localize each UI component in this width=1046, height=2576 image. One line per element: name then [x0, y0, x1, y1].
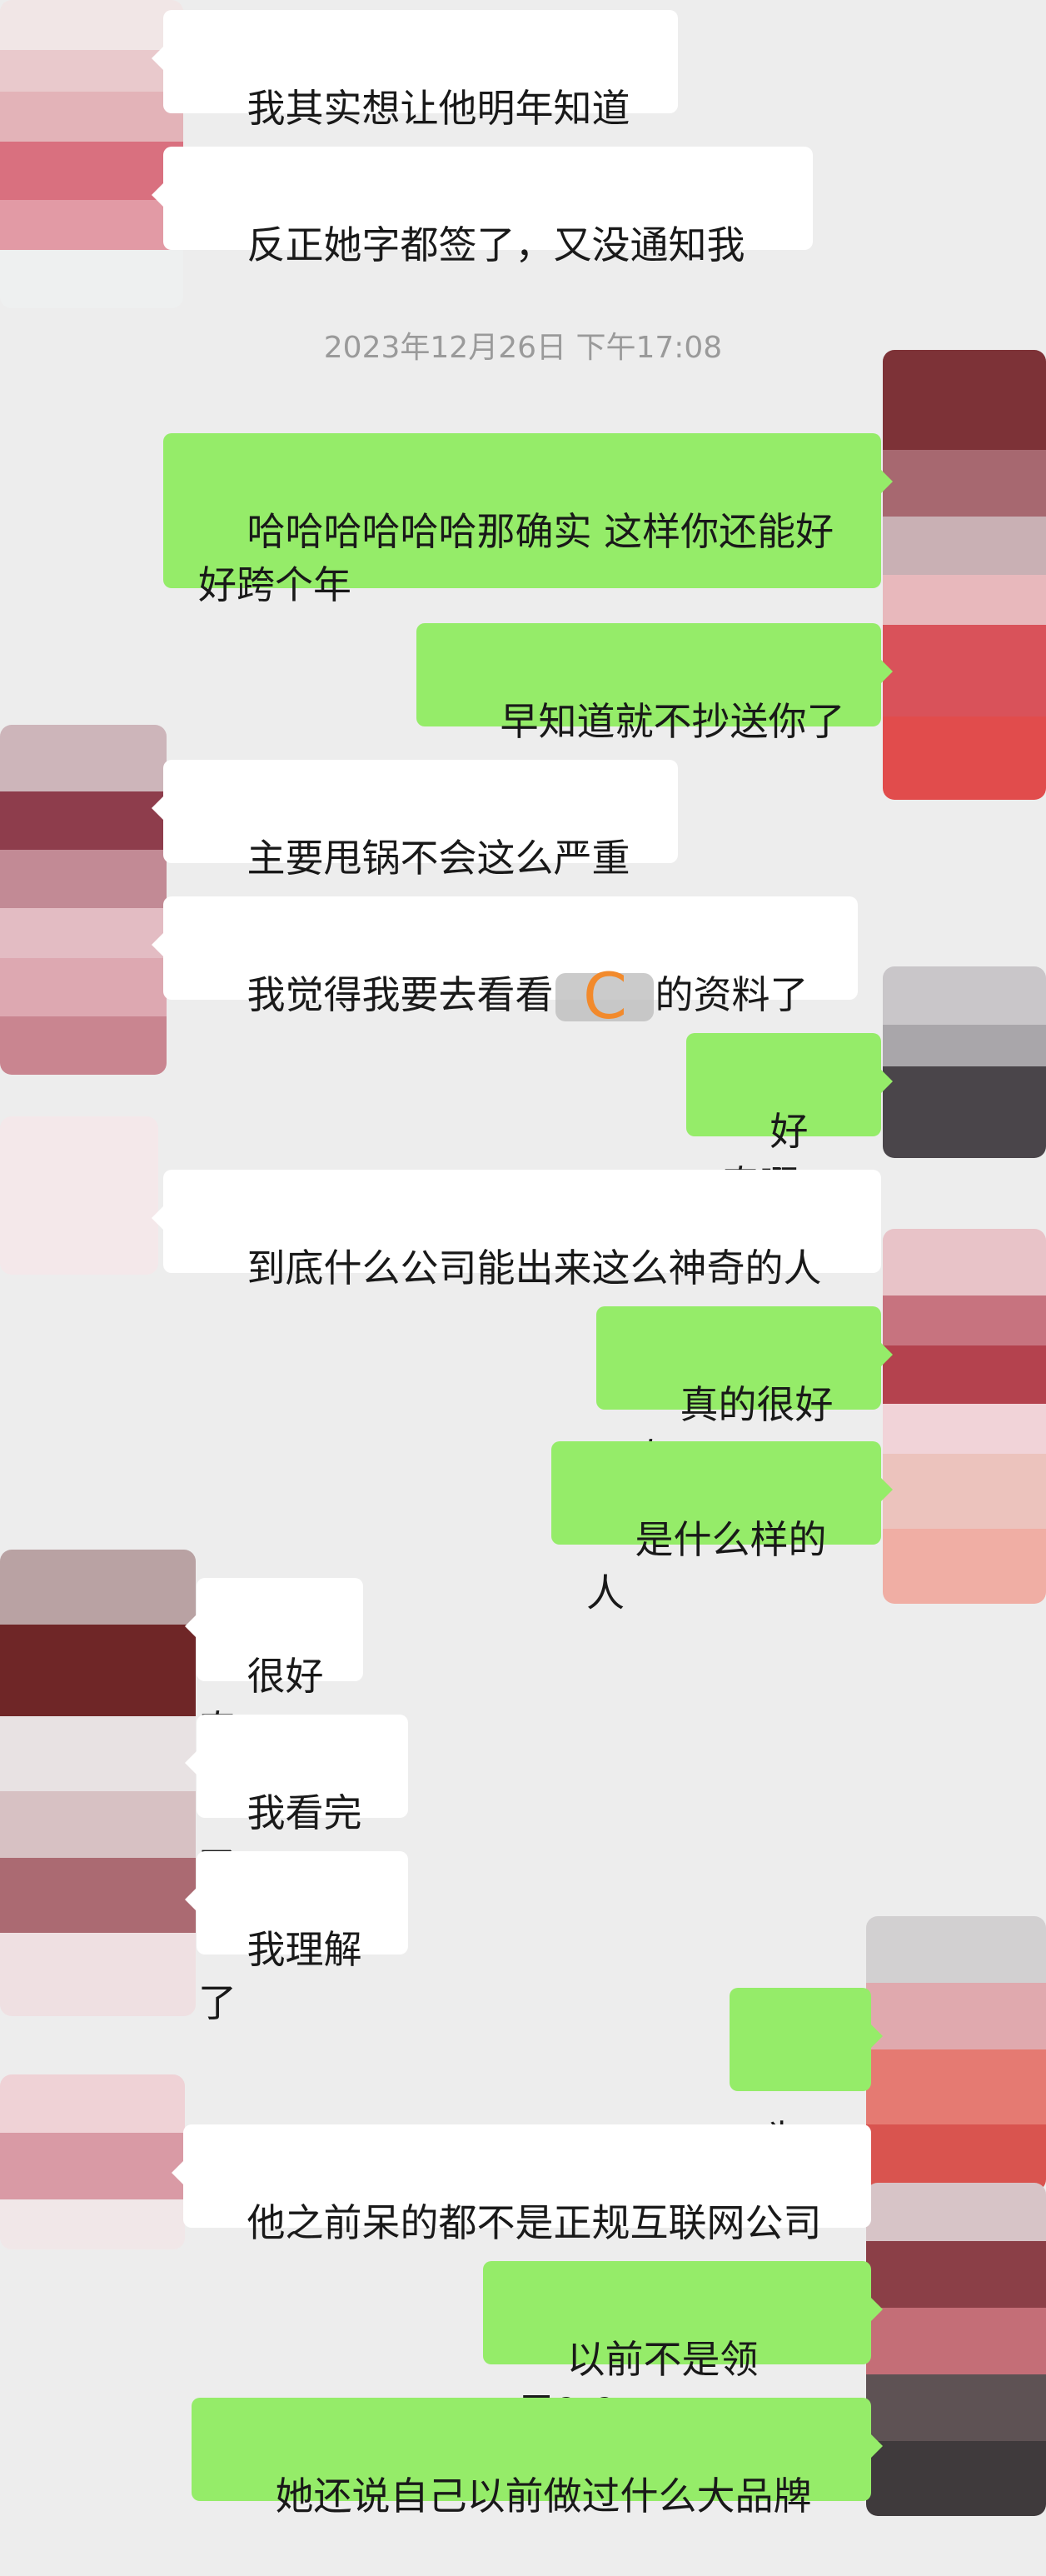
message-text: 我其实想让他明年知道: [247, 86, 630, 131]
incoming-message[interactable]: 他之前呆的都不是正规互联网公司: [172, 2124, 871, 2245]
redacted-name: C: [555, 963, 654, 1030]
message-text: 早知道就不抄送你了: [500, 699, 845, 744]
outgoing-message[interactable]: 以前不是领导？？: [483, 2261, 883, 2435]
my-avatar[interactable]: [883, 966, 1046, 1158]
message-text: 主要甩锅不会这么严重: [247, 836, 630, 881]
incoming-message[interactable]: 很好奇: [185, 1578, 363, 1752]
incoming-message[interactable]: 反正她字都签了，又没通知我: [152, 147, 813, 267]
message-text: 哈哈哈哈哈哈那确实 这样你还能好好跨个年: [198, 509, 834, 607]
outgoing-message[interactable]: 真的很好奇: [596, 1306, 893, 1480]
incoming-message[interactable]: 我看完了: [185, 1715, 408, 1889]
contact-avatar[interactable]: [0, 2074, 185, 2249]
message-timestamp: 2023年12月26日 下午17:08: [323, 331, 723, 365]
outgoing-message[interactable]: 哈哈哈哈哈哈那确实 这样你还能好好跨个年: [163, 433, 893, 607]
message-text: 反正她字都签了，又没通知我: [247, 222, 745, 267]
my-avatar[interactable]: [866, 2183, 1046, 2516]
incoming-message[interactable]: 到底什么公司能出来这么神奇的人: [152, 1170, 881, 1290]
outgoing-message[interactable]: 她还说自己以前做过什么大品牌: [192, 2398, 883, 2519]
my-avatar[interactable]: [883, 1229, 1046, 1604]
contact-avatar[interactable]: [0, 725, 167, 1075]
message-text-before: 我觉得我要去看看: [247, 972, 554, 1017]
outgoing-message[interactable]: 好奇啊: [686, 1033, 893, 1207]
outgoing-message[interactable]: 早知道就不抄送你了: [416, 623, 893, 744]
incoming-message[interactable]: 我其实想让他明年知道: [152, 10, 678, 131]
my-avatar[interactable]: [883, 350, 1046, 800]
incoming-message[interactable]: 我觉得我要去看看 C 的资料了: [152, 896, 858, 1030]
redaction-mark: C: [582, 959, 628, 1033]
contact-avatar[interactable]: [0, 1116, 158, 1275]
message-text-after: 的资料了: [655, 972, 809, 1017]
incoming-message[interactable]: 主要甩锅不会这么严重: [152, 760, 678, 881]
incoming-message[interactable]: 我理解了: [185, 1851, 408, 2025]
message-text: 她还说自己以前做过什么大品牌: [275, 2474, 812, 2519]
message-text: 到底什么公司能出来这么神奇的人: [247, 1246, 822, 1290]
outgoing-message[interactable]: 是什么样的人: [551, 1441, 893, 1615]
my-avatar[interactable]: [866, 1916, 1046, 2191]
chat-window[interactable]: 2023年12月26日 下午17:08 我其实想让他明年知道 反正她字都签了，又…: [0, 0, 1046, 2519]
message-text: 他之前呆的都不是正规互联网公司: [247, 2200, 822, 2245]
message-text: 是什么样的人: [586, 1517, 827, 1615]
outgoing-message[interactable]: 为啥: [730, 1988, 883, 2215]
message-text: 我理解了: [198, 1927, 362, 2025]
contact-avatar[interactable]: [0, 1550, 196, 2016]
